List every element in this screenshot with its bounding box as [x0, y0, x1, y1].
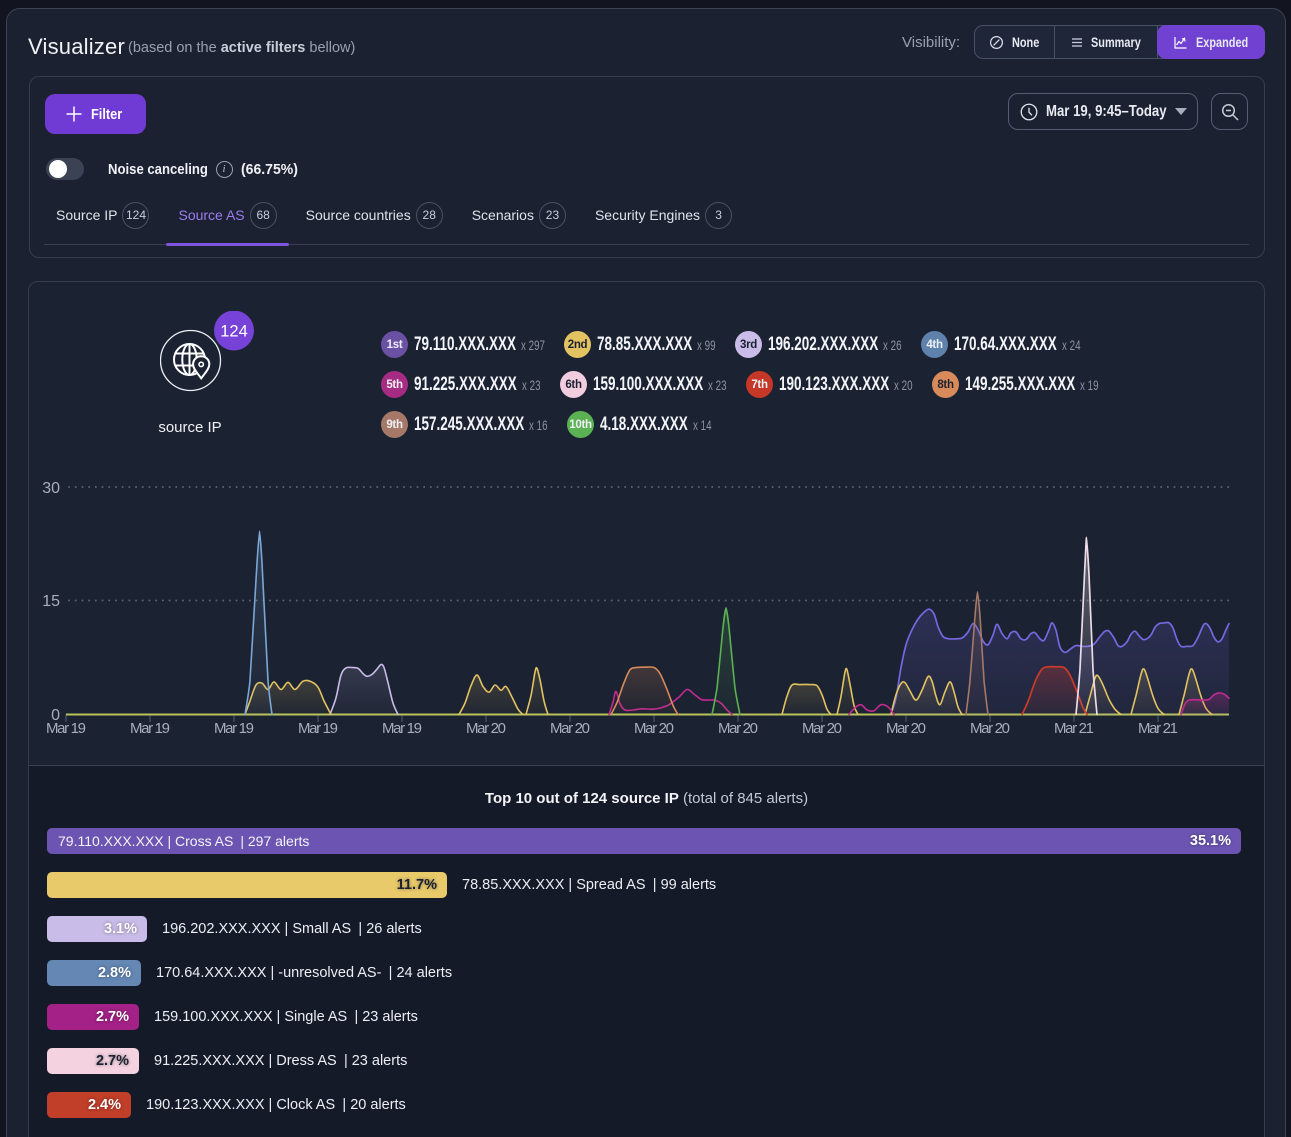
- svg-text:Mar 19: Mar 19: [298, 720, 338, 737]
- svg-text:Mar 19: Mar 19: [382, 720, 422, 737]
- svg-text:Mar 20: Mar 20: [970, 720, 1010, 737]
- svg-text:Mar 20: Mar 20: [550, 720, 590, 737]
- svg-text:Mar 20: Mar 20: [634, 720, 674, 737]
- svg-text:Mar 19: Mar 19: [214, 720, 254, 737]
- svg-text:Mar 21: Mar 21: [1138, 720, 1178, 737]
- svg-text:Mar 19: Mar 19: [130, 720, 170, 737]
- svg-text:Mar 21: Mar 21: [1054, 720, 1094, 737]
- svg-text:Mar 20: Mar 20: [886, 720, 926, 737]
- svg-text:30: 30: [42, 480, 60, 497]
- svg-text:Mar 20: Mar 20: [718, 720, 758, 737]
- svg-text:15: 15: [42, 593, 60, 610]
- svg-text:Mar 20: Mar 20: [466, 720, 506, 737]
- svg-text:Mar 19: Mar 19: [46, 720, 86, 737]
- svg-text:Mar 20: Mar 20: [802, 720, 842, 737]
